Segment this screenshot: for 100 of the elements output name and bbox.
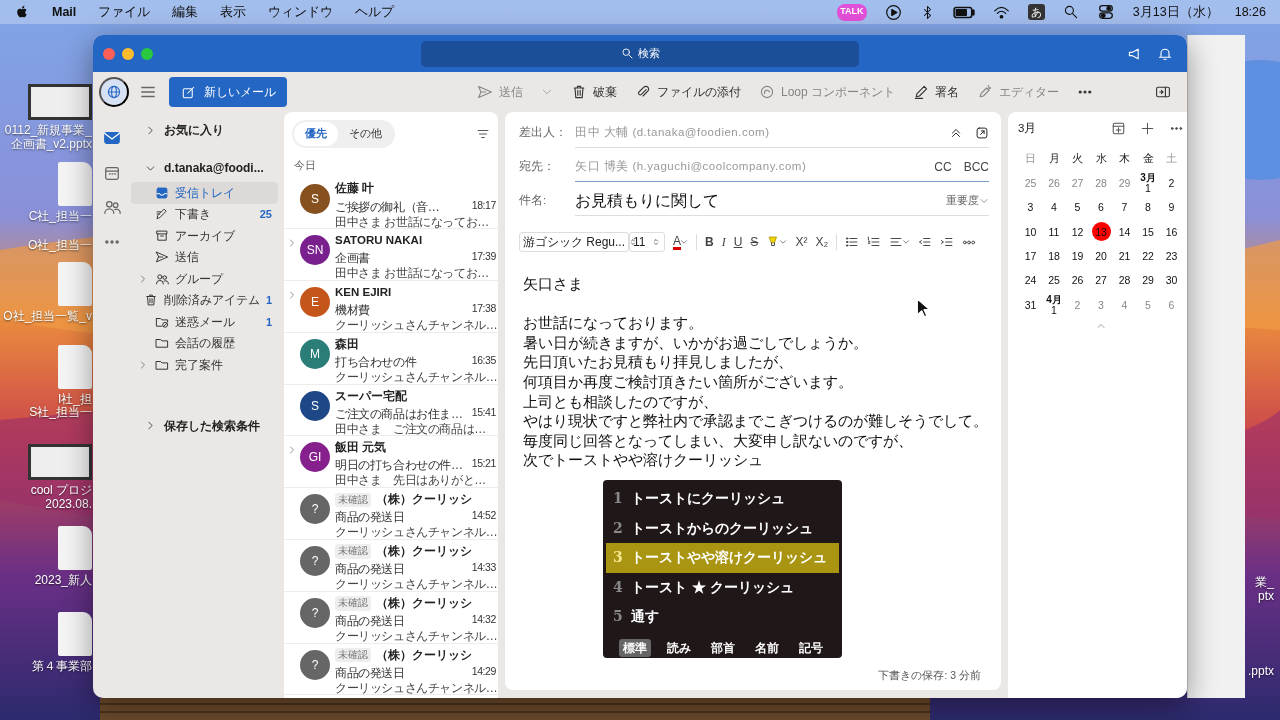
calendar-day[interactable]: 24 (1018, 268, 1043, 293)
menu-item[interactable]: 表示 (220, 2, 247, 22)
folder-item[interactable]: グループ (131, 268, 278, 290)
tab[interactable]: その他 (338, 122, 393, 146)
message-item[interactable]: M 森田 打ち合わせの件 16:35 クーリッシュさんチャンネル… (284, 332, 498, 385)
folder-item[interactable]: 受信トレイ (131, 182, 278, 204)
calendar-day[interactable]: 3 (1089, 292, 1113, 318)
calendar-day[interactable]: 9 (1159, 195, 1184, 220)
caret-icon[interactable] (779, 238, 788, 246)
message-item[interactable]: ? 未確認 （株）クーリッシ 商品の発送日 14:32 クーリッシュさんチャンネル… (284, 591, 498, 644)
file-name[interactable]: .pptx (1248, 664, 1274, 678)
menubar-date[interactable]: 3月13日（水） (1132, 2, 1219, 22)
calendar-day[interactable]: 31 (1018, 292, 1043, 318)
calendar-day[interactable]: 30 (1159, 268, 1184, 293)
tab[interactable]: 標準 (619, 638, 651, 657)
play-icon[interactable] (884, 3, 902, 21)
calendar-day[interactable]: 4 (1112, 292, 1137, 318)
message-item[interactable]: S スーパー宅配 ご注文の商品はお住ま… 15:41 田中さま ご注文の商品は… (284, 384, 498, 437)
bold-button[interactable]: B (705, 233, 714, 251)
calendar-day[interactable]: 22 (1136, 244, 1160, 269)
calendar-day[interactable]: 10 (1018, 219, 1043, 245)
align-button[interactable] (889, 235, 904, 249)
panel-toggle-button[interactable] (1155, 84, 1171, 100)
folder-item[interactable]: 会話の履歴 (131, 332, 278, 354)
calendar-day[interactable]: 11 (1042, 219, 1066, 245)
more-button[interactable] (962, 239, 977, 245)
tab[interactable]: 優先 (294, 122, 338, 146)
file-name[interactable]: 業_ (1255, 575, 1274, 589)
folder-item[interactable]: 送信 (131, 246, 278, 268)
file-name[interactable]: cool プロジ (30, 483, 92, 497)
message-item[interactable]: ? 未確認 （株）クーリッシ 商品の発送日 14:33 クーリッシュさんチャンネル… (284, 540, 498, 592)
underline-button[interactable]: U (733, 233, 743, 251)
calendar-day[interactable]: 4 (1042, 195, 1066, 220)
menu-item[interactable]: ファイル (98, 2, 151, 22)
folder-item[interactable]: 下書き 25 (131, 203, 278, 225)
calendar-day[interactable]: 2 (1159, 171, 1184, 196)
message-item[interactable]: ? 未確認 （株）クーリッシ 商品の発送日 14:52 クーリッシュさんチャンネル… (284, 488, 498, 541)
add-calendar-icon[interactable] (1111, 121, 1126, 137)
more-icon[interactable] (1169, 126, 1184, 132)
font-size-select[interactable]: 11 (629, 232, 665, 252)
outdent-button[interactable] (918, 235, 933, 249)
message-item[interactable]: S 佐藤 叶 ご挨拶の御礼（音… 18:17 田中さま お世話になってお… (284, 177, 498, 230)
calendar-day[interactable]: 21 (1112, 244, 1137, 269)
folder-item[interactable]: 迷惑メール 1 (131, 311, 278, 333)
message-item[interactable]: SN SATORU NAKAI 企画書 17:39 田中さま お世話になってお… (284, 229, 498, 282)
calendar-day[interactable]: 4月 1 (1042, 292, 1066, 318)
tab[interactable]: 部首 (707, 638, 739, 657)
calendar-day[interactable]: 28 (1112, 268, 1137, 293)
importance-button[interactable]: 重要度 (946, 192, 989, 209)
menu-item[interactable]: ヘルプ (355, 2, 395, 22)
folder-header[interactable]: d.tanaka@foodi... (131, 154, 282, 182)
calendar-day[interactable]: 25 (1018, 171, 1043, 196)
menubar-time[interactable]: 18:26 (1234, 2, 1266, 22)
numbering-button[interactable] (867, 235, 882, 249)
candidate-item[interactable]: 5 通す (606, 602, 839, 632)
bullets-button[interactable] (845, 235, 860, 249)
bcc-button[interactable]: BCC (963, 157, 989, 176)
indent-button[interactable] (940, 235, 955, 249)
menu-item[interactable]: 編集 (172, 2, 199, 22)
zoom-button[interactable] (141, 47, 153, 60)
calendar-day[interactable]: 19 (1065, 244, 1090, 269)
message-item[interactable]: E KEN EJIRI 機材費 17:38 クーリッシュさんチャンネル… (284, 281, 498, 333)
calendar-day[interactable]: 2 (1065, 292, 1090, 318)
candidate-item[interactable]: 4 トースト ★ クーリッシュ (606, 572, 839, 602)
calendar-day[interactable]: 3 (1018, 195, 1043, 220)
tab[interactable]: 記号 (795, 638, 827, 657)
calendar-day[interactable]: 14 (1112, 219, 1137, 245)
folder-header[interactable]: 保存した検索条件 (131, 411, 282, 440)
pop-out-icon[interactable] (975, 125, 989, 140)
candidate-item[interactable]: 1 トーストにクーリッシュ (606, 484, 839, 514)
search-icon[interactable] (1062, 4, 1079, 20)
calendar-day[interactable]: 15 (1136, 219, 1160, 245)
calendar-day[interactable]: 20 (1089, 244, 1113, 269)
file-name[interactable]: 第４事業部 (32, 659, 92, 673)
folder-item[interactable]: 完了案件 (131, 354, 278, 376)
calendar-day[interactable]: 6 (1089, 195, 1113, 220)
calendar-day[interactable]: 29 (1112, 171, 1137, 196)
calendar-day[interactable]: 16 (1159, 219, 1184, 245)
message-item[interactable]: ? 未確認 （株）クーリッシ 商品の発送日 14:29 クーリッシュさんチャンネル… (284, 643, 498, 696)
presentation-file-icon[interactable] (28, 444, 92, 480)
strike-button[interactable]: S (750, 233, 759, 251)
folder-item[interactable]: 削除済みアイテム 1 (131, 289, 278, 311)
search-field[interactable]: 検索 (421, 40, 859, 67)
presentation-file-icon[interactable] (28, 84, 92, 120)
globe-button[interactable] (99, 77, 129, 107)
calendar-day[interactable]: 27 (1089, 268, 1113, 293)
calendar-day[interactable]: 12 (1065, 219, 1090, 245)
calendar-day[interactable]: 8 (1136, 195, 1160, 220)
toolbar-button[interactable]: 署名 (913, 83, 960, 101)
subscript-button[interactable]: X₂ (815, 233, 829, 251)
font-color-button[interactable]: A (673, 234, 681, 250)
calendar-day[interactable]: 27 (1065, 171, 1090, 196)
calendar-day[interactable]: 26 (1042, 171, 1066, 196)
caret-icon[interactable] (902, 238, 911, 246)
plus-icon[interactable] (1140, 121, 1155, 137)
tab[interactable]: 名前 (751, 638, 783, 657)
tab[interactable]: 読み (663, 638, 695, 657)
italic-button[interactable]: I (721, 233, 726, 251)
calendar-day[interactable]: 29 (1136, 268, 1160, 293)
calendar-day[interactable]: 17 (1018, 244, 1043, 269)
